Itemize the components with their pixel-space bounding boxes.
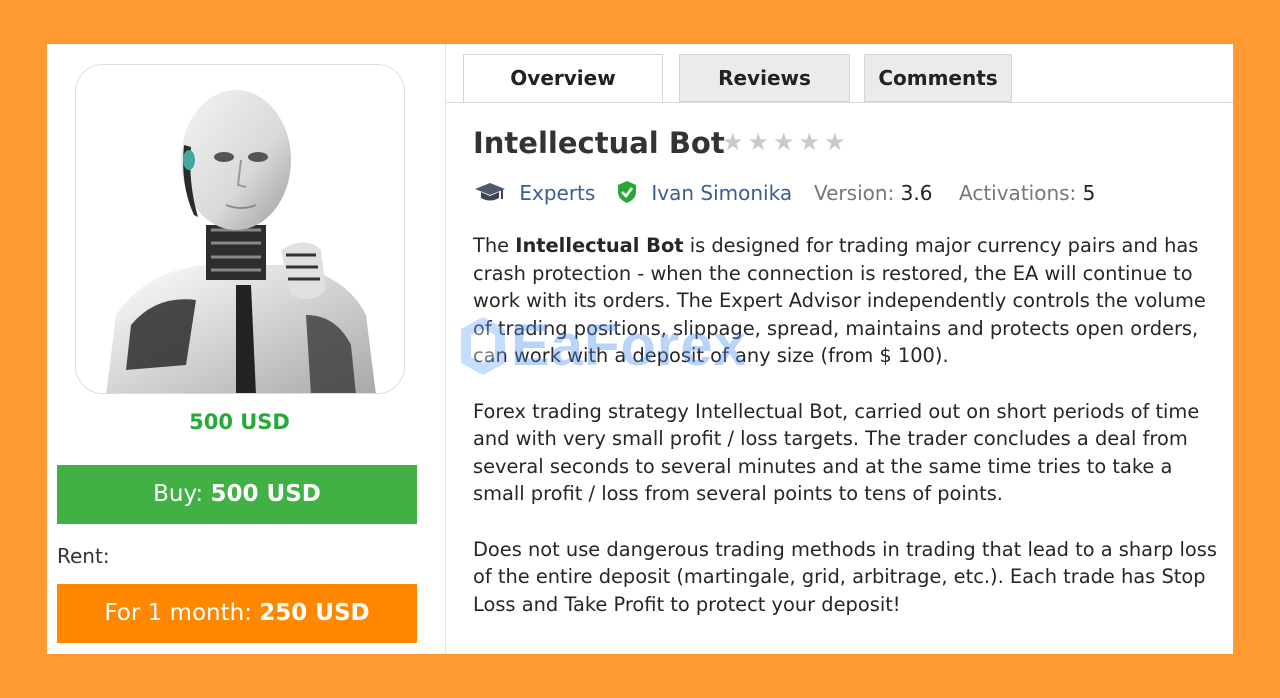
description-paragraph-2: Forex trading strategy Intellectual Bot,… <box>473 399 1200 506</box>
product-card: 500 USD Buy: 500 USD Rent: For 1 month: … <box>47 44 1233 654</box>
category-link[interactable]: Experts <box>473 177 595 209</box>
verified-check-icon <box>618 181 636 203</box>
product-description: The Intellectual Bot is designed for tra… <box>473 232 1223 646</box>
star-icon[interactable]: ★ <box>799 130 821 154</box>
tab-overview[interactable]: Overview <box>463 54 663 103</box>
version-value: 3.6 <box>900 181 933 205</box>
star-icon[interactable]: ★ <box>722 130 744 154</box>
star-icon[interactable]: ★ <box>773 130 795 154</box>
rent-price: 250 USD <box>259 600 370 626</box>
column-divider <box>445 44 446 654</box>
rent-label: Rent: <box>57 544 110 568</box>
robot-avatar <box>75 64 405 394</box>
buy-price: 500 USD <box>210 481 321 507</box>
category-text[interactable]: Experts <box>519 181 595 205</box>
activations-info: Activations: 5 <box>959 177 1095 209</box>
activations-label: Activations: <box>959 181 1077 205</box>
tabs-underline <box>446 102 1233 103</box>
robot-image <box>76 65 404 393</box>
version-label: Version: <box>814 181 895 205</box>
description-paragraph-3: Does not use dangerous trading methods i… <box>473 537 1217 616</box>
rent-period: For 1 month: <box>104 600 252 626</box>
rent-button[interactable]: For 1 month: 250 USD <box>57 584 417 643</box>
tab-comments[interactable]: Comments <box>864 54 1012 102</box>
author-text[interactable]: Ivan Simonika <box>651 181 792 205</box>
rating-stars[interactable]: ★ ★ ★ ★ ★ <box>722 130 846 154</box>
description-bold: Intellectual Bot <box>515 234 684 257</box>
product-title: Intellectual Bot <box>473 126 725 160</box>
price-label: 500 USD <box>189 410 290 434</box>
buy-button[interactable]: Buy: 500 USD <box>57 465 417 524</box>
tab-reviews[interactable]: Reviews <box>679 54 850 102</box>
description-paragraph-1: The Intellectual Bot is designed for tra… <box>473 232 1223 370</box>
activations-value: 5 <box>1082 181 1096 205</box>
author-link[interactable]: Ivan Simonika <box>615 177 792 209</box>
description-text: The <box>473 234 516 257</box>
graduation-cap-icon <box>475 183 505 201</box>
product-sidebar: 500 USD Buy: 500 USD Rent: For 1 month: … <box>47 44 445 654</box>
version-info: Version: 3.6 <box>814 177 932 209</box>
buy-label: Buy: <box>153 481 204 507</box>
star-icon[interactable]: ★ <box>748 130 770 154</box>
star-icon[interactable]: ★ <box>824 130 846 154</box>
